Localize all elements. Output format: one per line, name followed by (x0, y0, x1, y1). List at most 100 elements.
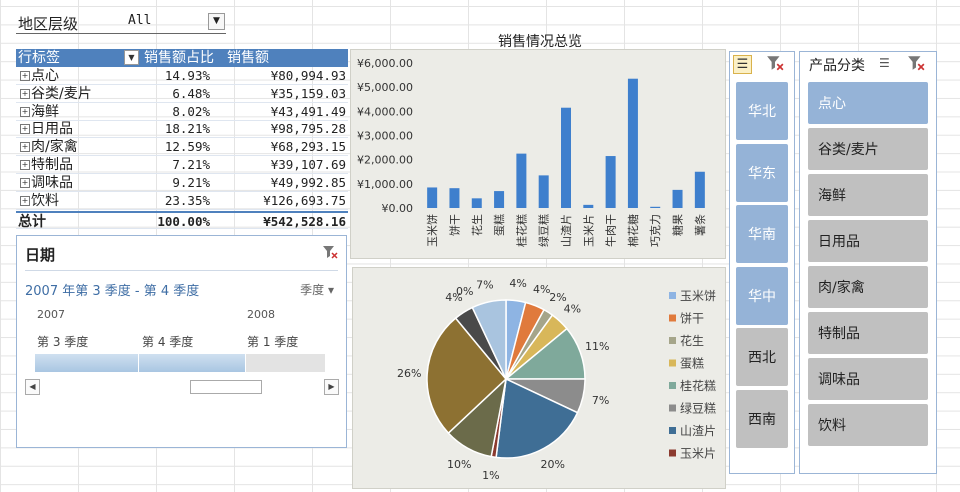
timeline-scrollbar[interactable]: ◀ ▶ (25, 379, 339, 395)
pie-data-label: 4% (509, 277, 526, 290)
row-amount: ¥43,491.49 (270, 103, 346, 119)
bar[interactable] (583, 204, 594, 208)
x-tick-label: 薯条 (693, 214, 707, 236)
expand-icon[interactable]: + (20, 106, 30, 117)
slicer-item-label: 华北 (748, 104, 776, 120)
slicer-item[interactable]: 点心 (808, 82, 928, 124)
clear-filter-icon[interactable] (907, 55, 925, 75)
table-row[interactable]: + 特制品 7.21% ¥39,107.69 (16, 156, 348, 174)
bar[interactable] (627, 78, 638, 208)
slicer-item[interactable]: 肉/家禽 (808, 266, 928, 308)
table-row[interactable]: + 饮料 23.35% ¥126,693.75 (16, 192, 348, 210)
y-tick-label: ¥1,000.00 (357, 178, 413, 191)
row-percent: 23.35% (164, 192, 210, 208)
x-tick-label: 糖果 (671, 214, 685, 236)
pivot-total-row[interactable]: 总计 100.00% ¥542,528.16 (16, 211, 348, 231)
row-category: 谷类/麦片 (31, 85, 92, 102)
row-percent: 6.48% (172, 85, 210, 101)
filter-dropdown-button[interactable]: ▼ (208, 13, 225, 30)
slicer-item[interactable]: 饮料 (808, 404, 928, 446)
slicer-item[interactable]: 西北 (736, 328, 788, 386)
x-tick-label: 玉米片 (582, 214, 595, 247)
bar[interactable] (427, 187, 438, 208)
expand-icon[interactable]: + (20, 124, 30, 135)
date-timeline[interactable]: 日期 2007 年第 3 季度 - 第 4 季度 季度 ▾ 2007 2008 … (16, 235, 347, 448)
bar-chart[interactable]: ¥0.00 ¥1,000.00 ¥2,000.00 ¥3,000.00 ¥4,000.0… (350, 49, 726, 259)
expand-icon[interactable]: + (20, 195, 30, 206)
report-filter-value[interactable]: All (128, 13, 151, 28)
expand-icon[interactable]: + (20, 177, 30, 188)
table-row[interactable]: + 谷类/麦片 6.48% ¥35,159.03 (16, 85, 348, 103)
row-category: 海鲜 (31, 103, 59, 120)
bar[interactable] (672, 189, 683, 208)
bar[interactable] (650, 206, 661, 208)
slicer-item-label: 点心 (818, 96, 846, 112)
expand-icon[interactable]: + (20, 160, 30, 170)
timeline-quarter[interactable]: 第 1 季度 (247, 333, 298, 350)
timeline-separator (25, 270, 338, 271)
y-tick-label: ¥6,000.00 (357, 57, 413, 70)
bar[interactable] (449, 188, 460, 208)
bar[interactable] (494, 191, 505, 208)
legend-swatch (669, 404, 676, 412)
slicer-item[interactable]: 海鲜 (808, 174, 928, 216)
table-row[interactable]: + 肉/家禽 12.59% ¥68,293.15 (16, 138, 348, 157)
legend-label: 桂花糕 (680, 378, 716, 393)
expand-icon[interactable]: + (20, 142, 30, 153)
legend-swatch (669, 337, 676, 344)
y-tick-label: ¥4,000.00 (357, 105, 413, 118)
clear-filter-icon[interactable] (766, 55, 784, 75)
legend-swatch (669, 359, 676, 367)
scroll-left-icon[interactable]: ◀ (25, 379, 40, 395)
legend-label: 玉米片 (680, 447, 716, 461)
bar[interactable] (694, 171, 705, 208)
slicer-item-label: 特制品 (818, 326, 860, 342)
category-slicer[interactable]: 产品分类 ☰ 点心 谷类/麦片 海鲜 日用品 肉/家禽 特制品 调味品 饮料 (799, 51, 937, 474)
table-row[interactable]: + 海鲜 8.02% ¥43,491.49 (16, 103, 348, 121)
table-row[interactable]: + 日用品 18.21% ¥98,795.28 (16, 120, 348, 139)
expand-icon[interactable]: + (20, 71, 30, 81)
slicer-item[interactable]: 特制品 (808, 312, 928, 354)
timeline-quarter[interactable]: 第 4 季度 (142, 333, 193, 350)
expand-icon[interactable]: + (20, 88, 30, 99)
legend-label: 山渣片 (680, 424, 716, 438)
table-row[interactable]: + 调味品 9.21% ¥49,992.85 (16, 174, 348, 192)
table-row[interactable]: + 点心 14.93% ¥80,994.93 (16, 67, 348, 85)
scroll-thumb[interactable] (190, 380, 262, 394)
timeline-track[interactable] (35, 354, 325, 372)
slicer-item-label: 海鲜 (818, 188, 846, 204)
row-label-filter-button[interactable]: ▼ (124, 50, 139, 65)
chart-title: 销售情况总览 (498, 34, 582, 50)
row-category: 肉/家禽 (31, 139, 78, 156)
timeline-level-dropdown[interactable]: 季度 ▾ (300, 281, 334, 298)
row-category: 总计 (18, 214, 46, 231)
multi-select-icon[interactable]: ☰ (733, 55, 752, 74)
pie-chart[interactable]: 4% 4% 2% 4% 11% 7% 20% 1% 10% 26% 4% 0% 7% 玉米饼 饼干 花生 蛋糕桂… (352, 267, 726, 489)
slicer-item[interactable]: 调味品 (808, 358, 928, 400)
bar[interactable] (605, 156, 616, 208)
slicer-item[interactable]: 西南 (736, 389, 788, 448)
slicer-item[interactable]: 华中 (736, 266, 788, 325)
bar[interactable] (561, 107, 571, 208)
timeline-quarter[interactable]: 第 3 季度 (37, 333, 88, 350)
bar[interactable] (516, 153, 527, 208)
bar[interactable] (538, 175, 549, 208)
x-tick-label: 山渣片 (559, 214, 573, 247)
pie-data-label: 0% (456, 285, 473, 298)
pie-data-label: 26% (397, 367, 421, 380)
timeline-selection[interactable] (35, 354, 246, 372)
slicer-item[interactable]: 谷类/麦片 (808, 128, 928, 170)
clear-filter-icon[interactable] (322, 245, 338, 263)
multi-select-icon[interactable]: ☰ (879, 56, 890, 70)
slicer-item[interactable]: 华东 (736, 143, 788, 202)
slicer-item-label: 西南 (748, 411, 776, 428)
slicer-item[interactable]: 日用品 (808, 220, 928, 262)
bar[interactable] (471, 198, 482, 208)
row-percent: 100.00% (157, 214, 210, 230)
slicer-item[interactable]: 华北 (736, 82, 788, 140)
slicer-item[interactable]: 华南 (736, 205, 788, 263)
scroll-right-icon[interactable]: ▶ (324, 379, 339, 395)
region-slicer[interactable]: ☰ 华北华东 华南 华中 西北西南 (729, 51, 795, 474)
row-amount: ¥126,693.75 (263, 192, 346, 208)
pivot-header-row-label: 行标签 (18, 50, 60, 66)
